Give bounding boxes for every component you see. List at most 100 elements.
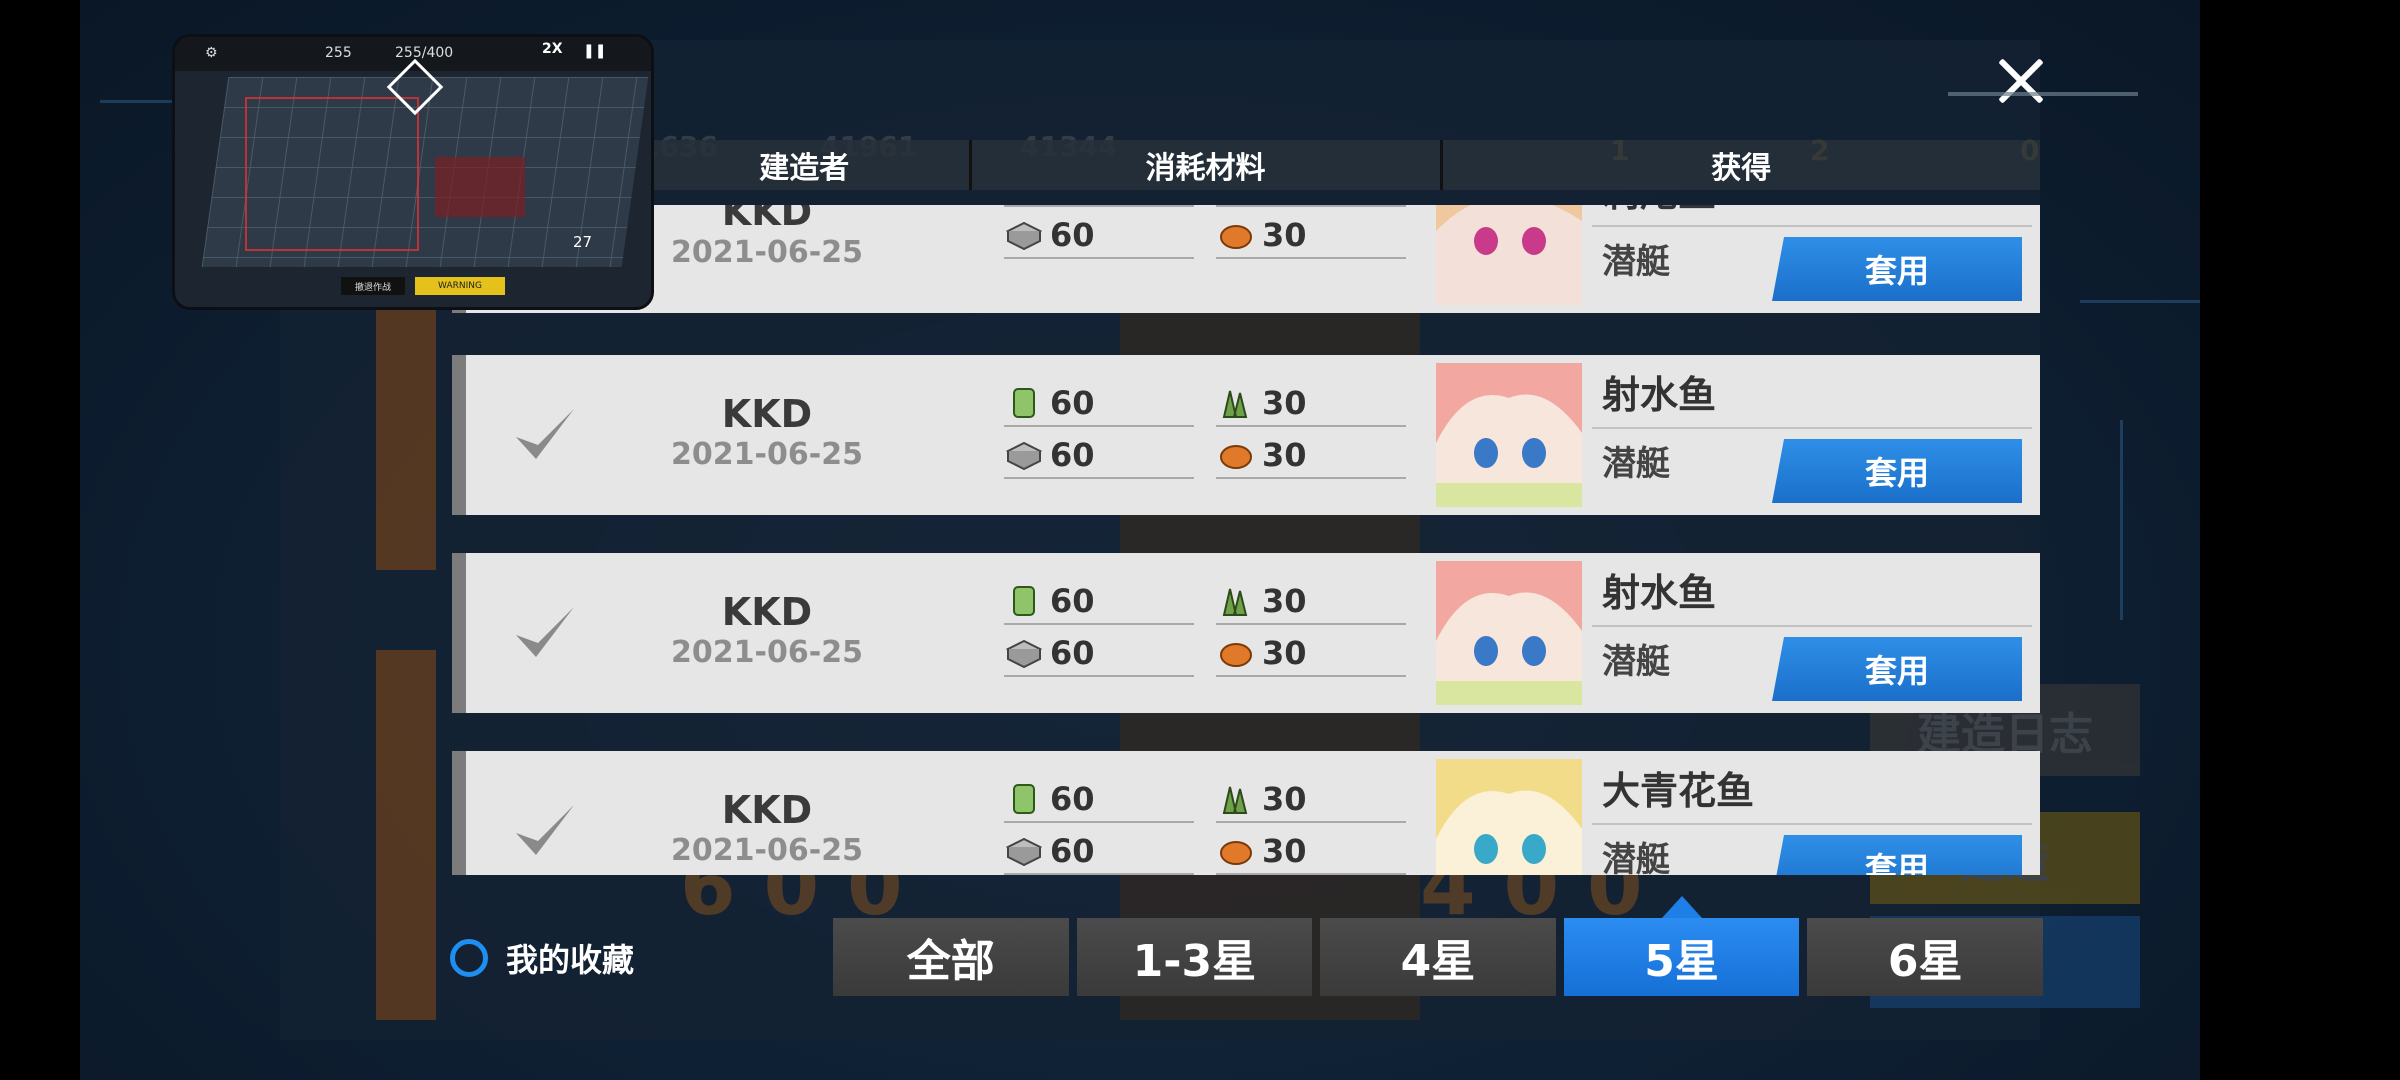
list-item: KKD 2021-06-25 60 30 60 30 莉尾鱼 潜艇 套用 — [452, 205, 2040, 313]
material-value: 30 — [1262, 384, 1307, 422]
material-bauxite: 30 — [1216, 433, 1406, 479]
build-record-list[interactable]: KKD 2021-06-25 60 30 60 30 莉尾鱼 潜艇 套用 — [452, 205, 2042, 875]
apply-button[interactable]: 套用 — [1772, 237, 2022, 301]
ship-portrait — [1436, 561, 1582, 705]
enemy-count: 27 — [573, 233, 593, 251]
ship-name: 射水鱼 — [1592, 365, 2032, 429]
retreat-chip[interactable]: 撤退作战 — [341, 277, 405, 295]
build-date: 2021-06-25 — [671, 635, 863, 670]
material-value: 60 — [1050, 436, 1095, 474]
deco-line — [2080, 300, 2200, 303]
builder-name: KKD — [721, 205, 813, 234]
warning-banner: WARNING — [415, 277, 505, 295]
favorites-label: 我的收藏 — [506, 941, 635, 979]
material-value: 60 — [1050, 832, 1095, 870]
ship-name: 大青花鱼 — [1592, 761, 2032, 825]
material-fuel: 60 — [1004, 381, 1194, 427]
build-date: 2021-06-25 — [671, 235, 863, 270]
speed-toggle[interactable]: 2X — [542, 41, 563, 57]
radio-circle-icon[interactable] — [450, 939, 488, 977]
builder-info: KKD 2021-06-25 — [652, 787, 882, 869]
material-value: 60 — [1050, 582, 1095, 620]
material-steel: 60 — [1004, 213, 1194, 259]
material-value: 30 — [1262, 634, 1307, 672]
close-underline — [1948, 92, 2138, 96]
material-steel: 60 — [1004, 631, 1194, 677]
apply-button[interactable]: 套用 — [1772, 835, 2022, 875]
material-value: 60 — [1050, 384, 1095, 422]
material-bauxite: 30 — [1216, 631, 1406, 677]
favorites-toggle[interactable]: 我的收藏 — [450, 935, 634, 981]
builder-info: KKD 2021-06-25 — [652, 589, 882, 671]
material-ammo: 30 — [1216, 205, 1406, 207]
material-value: 30 — [1262, 832, 1307, 870]
build-date: 2021-06-25 — [671, 833, 863, 868]
danger-zone — [245, 97, 419, 251]
gear-icon[interactable]: ⚙ — [205, 45, 218, 61]
ammo-icon — [1222, 786, 1248, 814]
row-bar — [452, 751, 466, 875]
star-filter-tabs: 全部 1-3星 4星 5星 6星 — [833, 896, 2043, 996]
material-fuel: 60 — [1004, 777, 1194, 823]
builder-name: KKD — [721, 788, 813, 832]
row-bar — [452, 553, 466, 713]
ammo-icon — [1222, 588, 1248, 616]
apply-button[interactable]: 套用 — [1772, 439, 2022, 503]
danger-fill — [435, 157, 525, 217]
material-fuel: 60 — [1004, 205, 1194, 207]
steel-icon — [1005, 639, 1043, 669]
material-ammo: 30 — [1216, 381, 1406, 427]
ship-portrait — [1436, 759, 1582, 875]
tab-1-3-star[interactable]: 1-3星 — [1076, 918, 1313, 996]
material-value: 30 — [1262, 780, 1307, 818]
tab-all[interactable]: 全部 — [833, 918, 1069, 996]
material-value: 30 — [1262, 582, 1307, 620]
list-item: KKD 2021-06-25 60 30 60 30 射水鱼 潜艇 套用 — [452, 355, 2040, 515]
steel-icon — [1005, 221, 1043, 251]
row-bar — [452, 355, 466, 515]
material-value: 30 — [1262, 436, 1307, 474]
fuel-icon — [1013, 586, 1035, 616]
material-value: 60 — [1050, 216, 1095, 254]
material-ammo: 30 — [1216, 777, 1406, 823]
fuel-icon — [1013, 784, 1035, 814]
pause-icon[interactable]: ❚❚ — [583, 43, 606, 59]
material-value: 60 — [1050, 634, 1095, 672]
check-icon — [510, 795, 580, 865]
bg-strip — [376, 650, 436, 1020]
check-icon — [510, 597, 580, 667]
steel-icon — [1005, 441, 1043, 471]
material-bauxite: 30 — [1216, 829, 1406, 875]
ship-name: 射水鱼 — [1592, 563, 2032, 627]
ammo-icon — [1222, 390, 1248, 418]
material-ammo: 30 — [1216, 579, 1406, 625]
minimap-stat-a: 255 — [325, 45, 352, 61]
tab-4-star[interactable]: 4星 — [1320, 918, 1556, 996]
bauxite-icon — [1220, 445, 1252, 469]
floating-game-minimap[interactable]: ⚙ 255 255/400 2X ❚❚ 27 撤退作战 WARNING — [172, 34, 654, 310]
apply-button[interactable]: 套用 — [1772, 637, 2022, 701]
close-button[interactable] — [1990, 50, 2050, 110]
material-value: 60 — [1050, 780, 1095, 818]
ship-name: 莉尾鱼 — [1592, 205, 2032, 227]
steel-icon — [1005, 837, 1043, 867]
builder-name: KKD — [721, 392, 813, 436]
build-date: 2021-06-25 — [671, 437, 863, 472]
fuel-icon — [1013, 388, 1035, 418]
minimap-stat-b: 255/400 — [395, 45, 454, 61]
tab-6-star[interactable]: 6星 — [1807, 918, 2043, 996]
material-fuel: 60 — [1004, 579, 1194, 625]
ship-portrait — [1436, 205, 1582, 305]
list-item: KKD 2021-06-25 60 30 60 30 大青花鱼 潜艇 套用 — [452, 751, 2040, 875]
builder-name: KKD — [721, 590, 813, 634]
header-materials: 消耗材料 — [971, 140, 1443, 190]
tab-5-star[interactable]: 5星 — [1563, 896, 1800, 996]
ship-portrait — [1436, 363, 1582, 507]
material-steel: 60 — [1004, 433, 1194, 479]
material-steel: 60 — [1004, 829, 1194, 875]
bauxite-icon — [1220, 841, 1252, 865]
builder-info: KKD 2021-06-25 — [652, 391, 882, 473]
list-item: KKD 2021-06-25 60 30 60 30 射水鱼 潜艇 套用 — [452, 553, 2040, 713]
check-icon — [510, 399, 580, 469]
material-bauxite: 30 — [1216, 213, 1406, 259]
